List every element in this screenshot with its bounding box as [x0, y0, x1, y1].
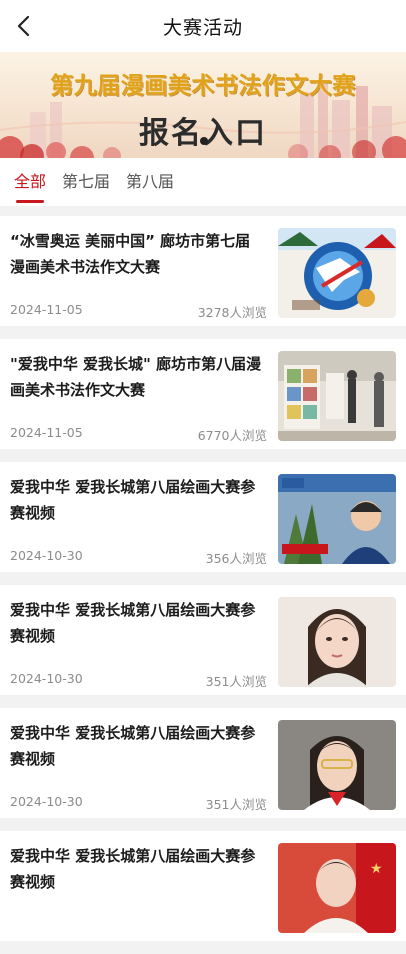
tab-8th[interactable]: 第八届 — [124, 158, 176, 206]
article-views: 6770人浏览 — [197, 428, 267, 443]
banner-register-button[interactable]: 报名入口 — [0, 108, 406, 152]
article-thumbnail — [278, 720, 396, 810]
article-thumbnail — [278, 597, 396, 687]
tab-7th[interactable]: 第七届 — [60, 158, 112, 206]
list-item[interactable]: "爱我中华 爱我长城" 廊坊市第八届漫画美术书法作文大赛 2024-11-05 … — [0, 339, 406, 449]
page-title: 大赛活动 — [162, 16, 243, 39]
article-thumbnail — [278, 228, 396, 318]
article-thumbnail — [278, 351, 396, 441]
tab-all[interactable]: 全部 — [12, 158, 48, 206]
article-thumbnail: ★ — [278, 843, 396, 933]
article-views: 356人浏览 — [205, 551, 267, 566]
article-views: 351人浏览 — [205, 674, 267, 689]
list-item[interactable]: 爱我中华 爱我长城第八届绘画大赛参赛视频 2024-10-30 356人浏览 — [0, 462, 406, 572]
tab-bar: 全部 第七届 第八届 — [0, 158, 406, 206]
article-title: 爱我中华 爱我长城第八届绘画大赛参赛视频 — [10, 601, 256, 645]
chevron-left-icon — [17, 15, 30, 37]
article-date: 2024-10-30 — [10, 548, 83, 563]
article-title: 爱我中华 爱我长城第八届绘画大赛参赛视频 — [10, 724, 256, 768]
list-item[interactable]: 爱我中华 爱我长城第八届绘画大赛参赛视频 2024-10-30 351人浏览 — [0, 708, 406, 818]
back-button[interactable] — [8, 10, 40, 42]
article-title: "爱我中华 爱我长城" 廊坊市第八届漫画美术书法作文大赛 — [10, 355, 262, 399]
app-header: 大赛活动 — [0, 0, 406, 52]
article-title: 爱我中华 爱我长城第八届绘画大赛参赛视频 — [10, 478, 256, 522]
article-date: 2024-11-05 — [10, 302, 83, 317]
article-views: 351人浏览 — [205, 797, 267, 812]
banner-title: 第九届漫画美术书法作文大赛 — [50, 73, 356, 99]
svg-text:★: ★ — [370, 860, 383, 876]
article-date: 2024-10-30 — [10, 794, 83, 809]
carousel-indicator — [200, 137, 208, 145]
list-item[interactable]: 爱我中华 爱我长城第八届绘画大赛参赛视频 2024-10-30 351人浏览 — [0, 585, 406, 695]
list-item[interactable]: “冰雪奥运 美丽中国” 廊坊市第七届漫画美术书法作文大赛 2024-11-05 … — [0, 216, 406, 326]
article-thumbnail — [278, 474, 396, 564]
article-date: 2024-11-05 — [10, 425, 83, 440]
article-date: 2024-10-30 — [10, 671, 83, 686]
article-title: 爱我中华 爱我长城第八届绘画大赛参赛视频 — [10, 847, 256, 891]
article-list: “冰雪奥运 美丽中国” 廊坊市第七届漫画美术书法作文大赛 2024-11-05 … — [0, 216, 406, 954]
article-title: “冰雪奥运 美丽中国” 廊坊市第七届漫画美术书法作文大赛 — [10, 232, 251, 276]
article-views: 3278人浏览 — [197, 305, 267, 320]
list-item[interactable]: 爱我中华 爱我长城第八届绘画大赛参赛视频 ★ — [0, 831, 406, 941]
